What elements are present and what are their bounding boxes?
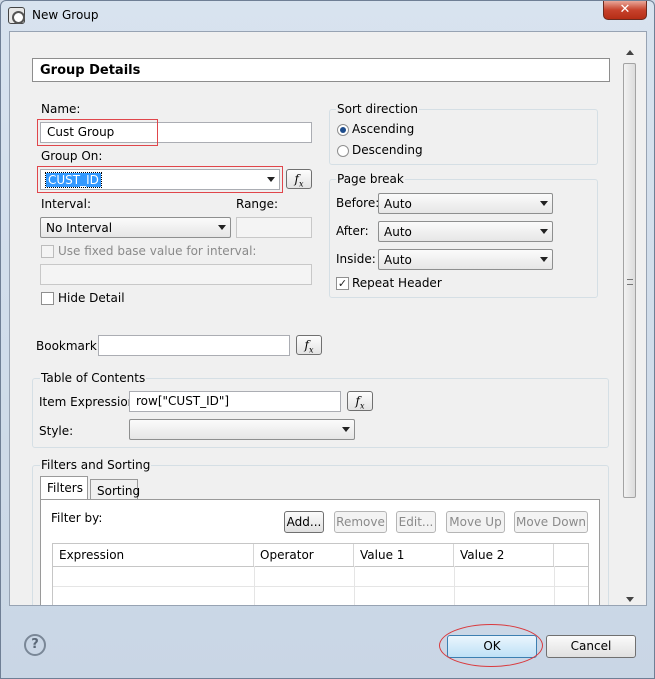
sort-direction-label: Sort direction [336, 102, 419, 116]
vertical-scrollbar[interactable] [622, 46, 638, 605]
interval-select[interactable]: No Interval [40, 217, 231, 238]
descending-label: Descending [352, 143, 423, 157]
close-button[interactable]: ✕ [603, 1, 647, 20]
before-value: Auto [384, 197, 412, 211]
grip-icon [627, 279, 633, 285]
filter-by-label: Filter by: [51, 511, 103, 525]
header-divider [53, 566, 588, 567]
group-on-selected-text: CUST_ID [45, 172, 102, 188]
before-select[interactable]: Auto [378, 193, 553, 214]
bookmark-label: Bookmark: [36, 339, 101, 353]
interval-value: No Interval [46, 221, 113, 235]
table-row [53, 586, 588, 587]
range-input[interactable] [236, 217, 312, 238]
edit-filter-button[interactable]: Edit... [396, 511, 436, 533]
scroll-up-icon[interactable] [626, 50, 634, 55]
repeat-header-checkbox[interactable]: ✓ [336, 277, 349, 290]
window-title: New Group [32, 8, 99, 22]
add-filter-button[interactable]: Add... [284, 511, 324, 533]
column-header-expression[interactable]: Expression [53, 544, 254, 566]
tab-sorting[interactable]: Sorting [90, 479, 140, 501]
item-expression-button[interactable]: fx [347, 391, 373, 411]
help-icon[interactable]: ? [24, 634, 46, 656]
fixed-base-input[interactable] [40, 264, 312, 285]
chevron-down-icon [342, 427, 350, 432]
after-select[interactable]: Auto [378, 221, 553, 242]
scroll-down-icon[interactable] [626, 597, 634, 602]
group-on-label: Group On: [41, 149, 103, 163]
new-group-dialog: New Group ✕ Group Details Name: Cust Gro… [0, 0, 655, 679]
dialog-content: Group Details Name: Cust Group Group On:… [9, 31, 647, 606]
fixed-base-label: Use fixed base value for interval: [58, 244, 257, 258]
chevron-down-icon [267, 177, 275, 182]
repeat-header-label: Repeat Header [352, 276, 442, 290]
cancel-button[interactable]: Cancel [546, 635, 636, 658]
descending-radio[interactable] [337, 145, 349, 157]
inside-value: Auto [384, 253, 412, 267]
page-title: Group Details [32, 58, 610, 82]
fixed-base-checkbox[interactable] [41, 245, 54, 258]
hide-detail-checkbox[interactable] [41, 292, 54, 305]
name-highlight [37, 119, 158, 146]
column-divider [254, 566, 255, 605]
filter-table: Expression Operator Value 1 Value 2 [52, 543, 589, 605]
tab-filters[interactable]: Filters [40, 476, 88, 500]
range-label: Range: [236, 197, 279, 211]
bookmark-input[interactable] [98, 335, 290, 356]
style-label: Style: [39, 424, 74, 438]
app-icon [8, 7, 25, 24]
remove-filter-button[interactable]: Remove [334, 511, 387, 533]
item-expression-label: Item Expression: [39, 395, 140, 409]
ascending-radio[interactable] [337, 124, 349, 136]
interval-label: Interval: [41, 197, 91, 211]
chevron-down-icon [540, 229, 548, 234]
column-divider [554, 566, 555, 605]
after-label: After: [336, 224, 369, 238]
hide-detail-label: Hide Detail [58, 291, 125, 305]
ok-highlight [439, 624, 543, 667]
move-up-button[interactable]: Move Up [446, 511, 505, 533]
before-label: Before: [336, 196, 380, 210]
chevron-down-icon [540, 201, 548, 206]
move-down-button[interactable]: Move Down [514, 511, 588, 533]
item-expression-input[interactable]: row["CUST_ID"] [129, 391, 341, 412]
column-divider [454, 566, 455, 605]
column-header-operator[interactable]: Operator [254, 544, 354, 566]
chevron-down-icon [540, 257, 548, 262]
chevron-down-icon [218, 225, 226, 230]
group-on-select[interactable]: CUST_ID [40, 169, 280, 190]
toc-label: Table of Contents [40, 371, 147, 385]
style-select[interactable] [129, 419, 355, 440]
column-divider [354, 566, 355, 605]
scrollbar-thumb[interactable] [623, 63, 636, 498]
inside-label: Inside: [336, 252, 376, 266]
column-header-value-2[interactable]: Value 2 [454, 544, 554, 566]
page-break-label: Page break [336, 172, 405, 186]
after-value: Auto [384, 225, 412, 239]
name-label: Name: [41, 102, 81, 116]
inside-select[interactable]: Auto [378, 249, 553, 270]
filters-sorting-label: Filters and Sorting [40, 458, 152, 472]
ascending-label: Ascending [352, 122, 415, 136]
bookmark-expression-button[interactable]: fx [296, 335, 322, 355]
title-bar: New Group ✕ [1, 1, 654, 31]
group-on-expression-button[interactable]: fx [286, 169, 312, 189]
column-header-value-1[interactable]: Value 1 [354, 544, 454, 566]
